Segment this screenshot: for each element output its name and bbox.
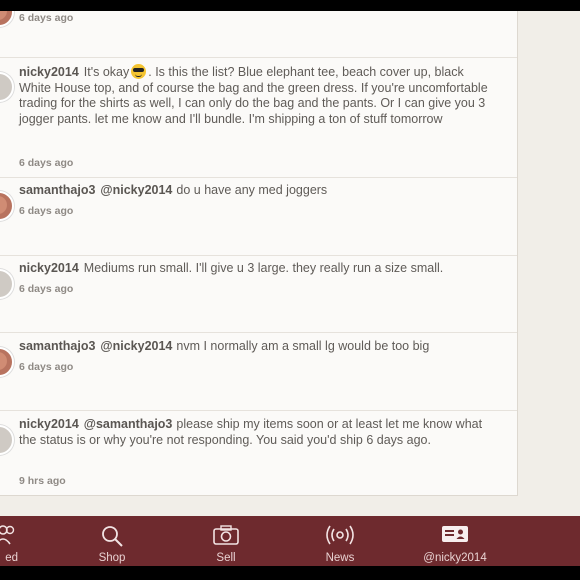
comment-username[interactable]: nicky2014 xyxy=(19,261,79,275)
tab-feed[interactable]: ed xyxy=(0,516,32,566)
avatar[interactable] xyxy=(0,425,14,455)
bottom-tab-bar: ed Shop Sell News @nicky2014 xyxy=(0,516,580,566)
comment-list: 6 days ago nicky2014 It's okay. Is this t… xyxy=(0,11,518,496)
sunglasses-emoji-icon xyxy=(131,64,147,79)
tab-sell[interactable]: Sell xyxy=(198,516,254,566)
avatar[interactable] xyxy=(0,191,14,221)
avatar[interactable] xyxy=(0,347,14,377)
avatar[interactable] xyxy=(0,11,14,27)
broadcast-icon xyxy=(326,525,354,545)
comment-body: nicky2014 Mediums run small. I'll give u … xyxy=(19,261,489,277)
avatar[interactable] xyxy=(0,269,14,299)
tab-label: Shop xyxy=(98,552,126,564)
comment-text-start: It's okay xyxy=(83,65,130,79)
tab-label: News xyxy=(325,552,355,564)
comment-username[interactable]: samanthajo3 xyxy=(19,183,95,197)
divider xyxy=(0,255,517,256)
tab-profile[interactable]: @nicky2014 xyxy=(410,516,500,566)
comment-text: do u have any med joggers xyxy=(176,183,328,197)
comment-username[interactable]: nicky2014 xyxy=(19,65,79,79)
divider xyxy=(0,57,517,58)
comment-body: nicky2014 It's okay. Is this the list? Bl… xyxy=(19,64,489,127)
search-icon xyxy=(102,526,123,547)
comment-time: 9 hrs ago xyxy=(19,475,66,487)
comment-time: 6 days ago xyxy=(19,157,74,169)
comment-time: 6 days ago xyxy=(19,12,74,24)
comment-mention[interactable]: @nicky2014 xyxy=(100,183,172,197)
divider xyxy=(0,177,517,178)
comment-text: nvm I normally am a small lg would be to… xyxy=(176,339,430,353)
comment-body: samanthajo3 @nicky2014 do u have any med j… xyxy=(19,183,489,199)
divider xyxy=(0,332,517,333)
tab-label: Sell xyxy=(216,552,236,564)
comment-text: Mediums run small. I'll give u 3 large. … xyxy=(83,261,444,275)
tab-shop[interactable]: Shop xyxy=(84,516,140,566)
comment-username[interactable]: nicky2014 xyxy=(19,417,79,431)
comment-time: 6 days ago xyxy=(19,361,74,373)
comment-time: 6 days ago xyxy=(19,283,74,295)
comment-body: nicky2014 @samanthajo3 please ship my item… xyxy=(19,417,489,448)
comment-mention[interactable]: @nicky2014 xyxy=(100,339,172,353)
tab-label: @nicky2014 xyxy=(423,552,487,564)
avatar[interactable] xyxy=(0,72,14,102)
camera-icon xyxy=(213,525,239,545)
comment-time: 6 days ago xyxy=(19,205,74,217)
comment-username[interactable]: samanthajo3 xyxy=(19,339,95,353)
profile-card-icon xyxy=(442,526,468,542)
comment-body: samanthajo3 @nicky2014 nvm I normally am a… xyxy=(19,339,489,355)
comment-mention[interactable]: @samanthajo3 xyxy=(84,417,173,431)
bottom-edge xyxy=(0,566,580,580)
tab-news[interactable]: News xyxy=(312,516,368,566)
status-bar xyxy=(0,0,580,11)
tab-label: ed xyxy=(5,552,18,564)
divider xyxy=(0,410,517,411)
people-icon xyxy=(0,525,15,545)
